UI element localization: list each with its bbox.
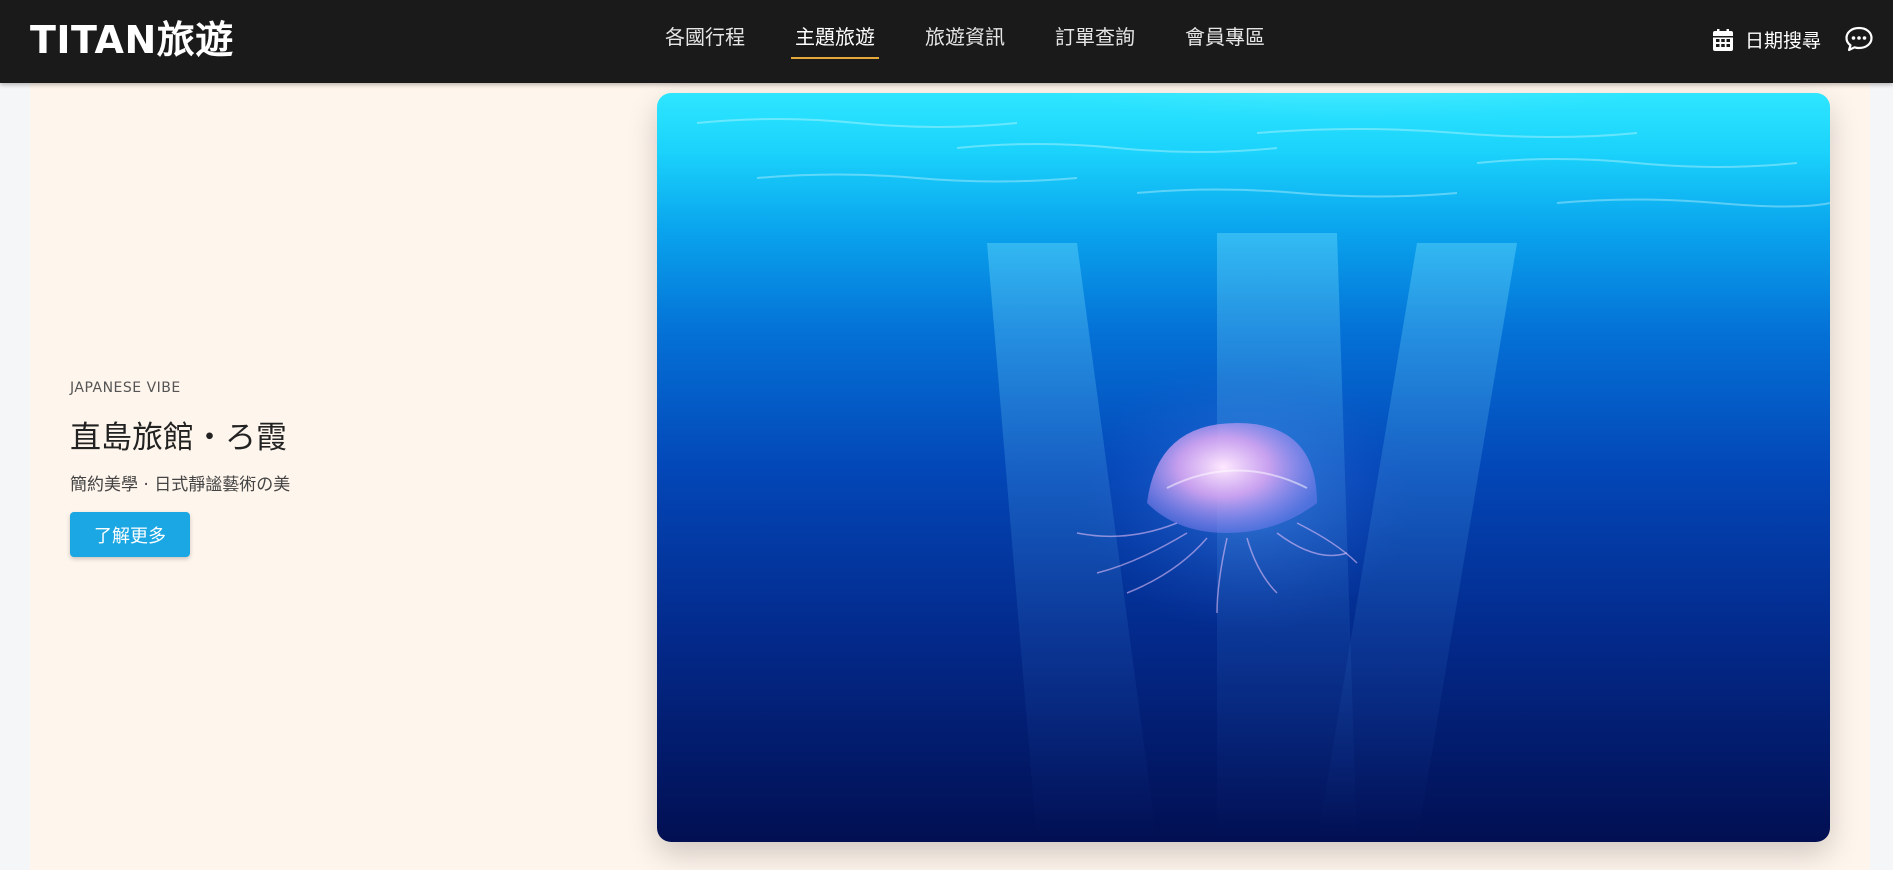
nav-item-order-lookup[interactable]: 訂單查詢 <box>1055 25 1135 49</box>
date-search-button[interactable]: 日期搜尋 <box>1713 26 1821 53</box>
top-navigation-bar: TITAN旅遊 各國行程 主題旅遊 旅遊資訊 訂單查詢 會員專區 日期搜尋 <box>0 0 1893 83</box>
site-logo[interactable]: TITAN旅遊 <box>30 14 234 66</box>
learn-more-button[interactable]: 了解更多 <box>70 512 190 557</box>
hero-subtitle: 簡約美學 · 日式靜謐藝術の美 <box>70 475 291 495</box>
hero-section: JAPANESE VIBE 直島旅館・ろ霞 簡約美學 · 日式靜謐藝術の美 了解… <box>30 70 1870 870</box>
nav-item-themed-travel[interactable]: 主題旅遊 <box>791 25 879 59</box>
nav-item-travel-info[interactable]: 旅遊資訊 <box>925 25 1005 49</box>
hero-eyebrow: JAPANESE VIBE <box>70 380 181 396</box>
calendar-icon <box>1713 28 1733 51</box>
nav-item-member-area[interactable]: 會員專區 <box>1185 25 1265 49</box>
hero-title: 直島旅館・ろ霞 <box>70 420 287 456</box>
jellyfish-illustration <box>657 93 1830 842</box>
nav-item-countries[interactable]: 各國行程 <box>665 25 745 49</box>
jellyfish-photo <box>657 93 1830 842</box>
date-search-label: 日期搜尋 <box>1745 30 1822 52</box>
chat-icon[interactable] <box>1845 26 1873 52</box>
main-nav: 各國行程 主題旅遊 旅遊資訊 訂單查詢 會員專區 <box>665 0 1315 83</box>
